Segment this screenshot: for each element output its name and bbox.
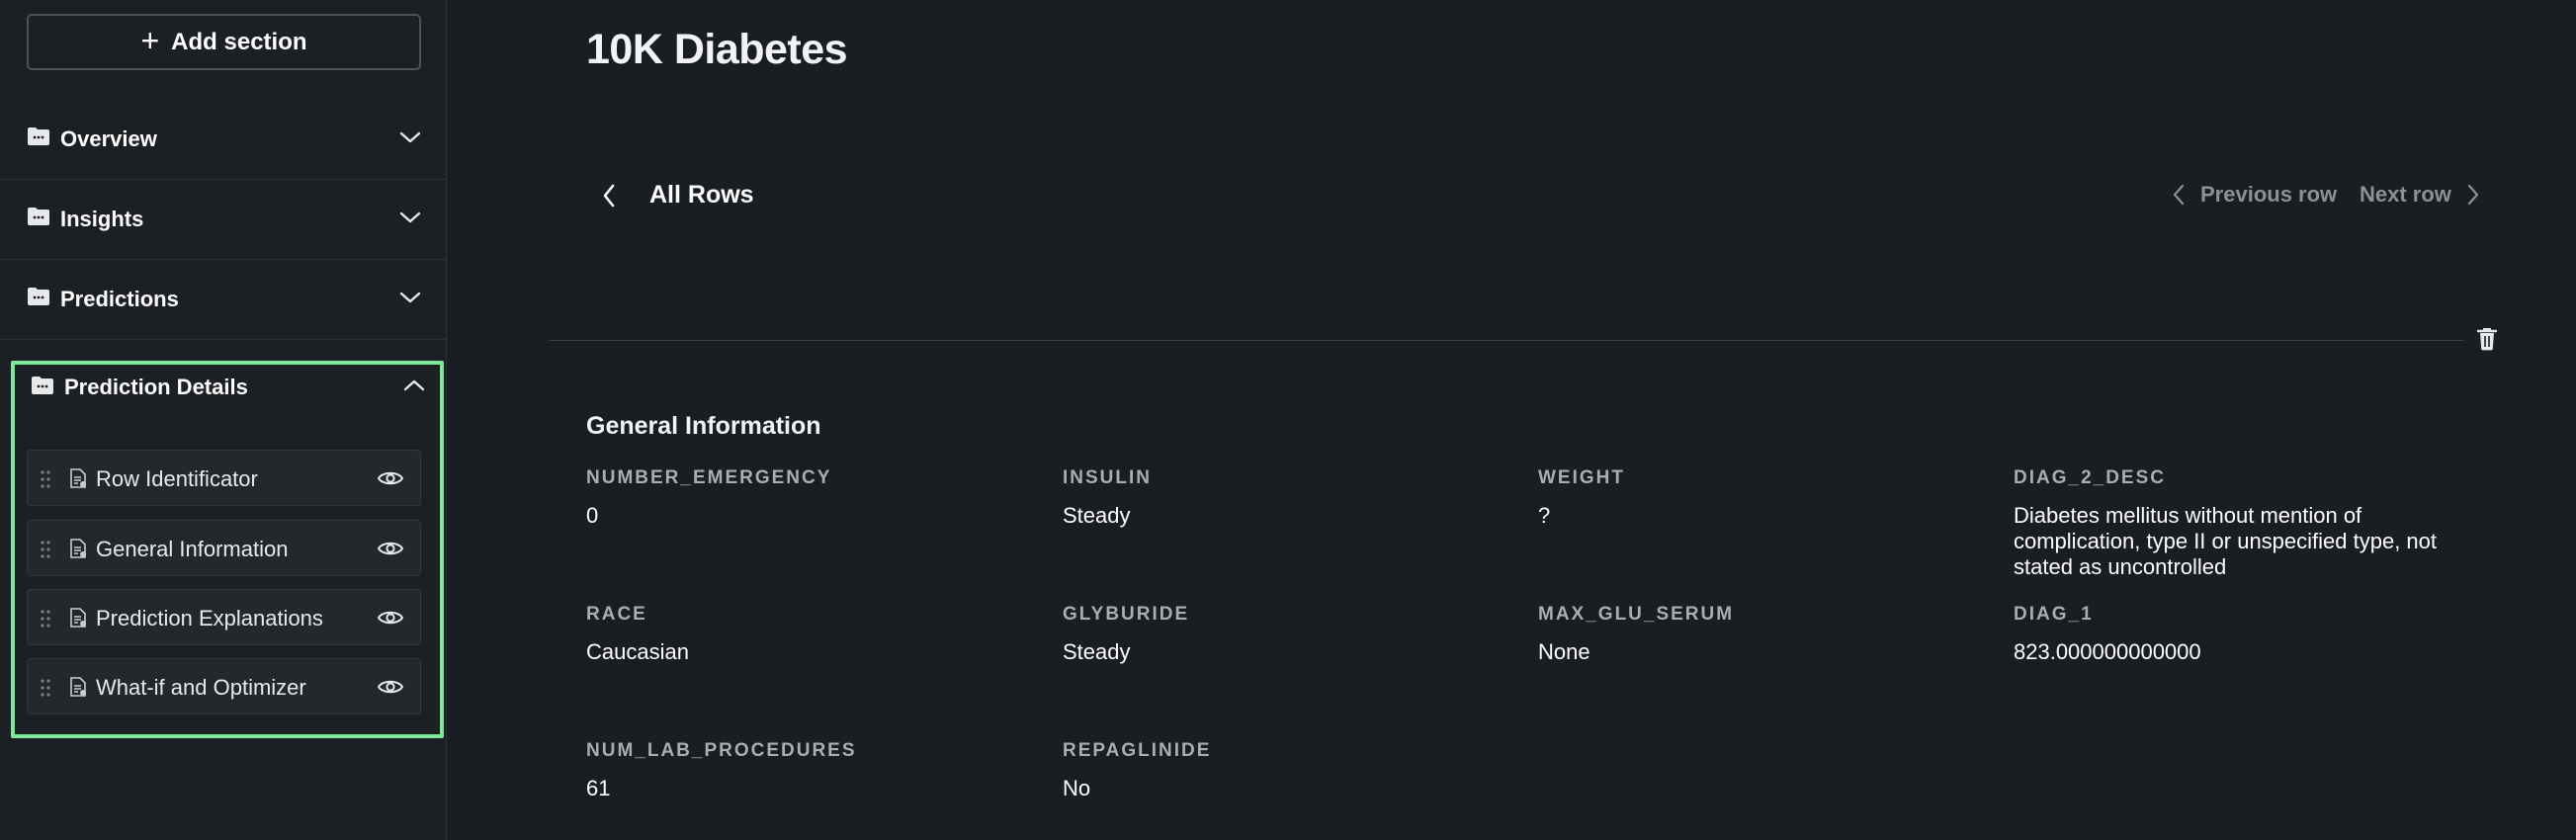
- section-label: Predictions: [60, 287, 179, 311]
- field-name: GLYBURIDE: [1063, 604, 1190, 625]
- field-max-glu-serum: MAX_GLU_SERUM None: [1538, 604, 1734, 665]
- subsection-item[interactable]: General Information: [27, 520, 421, 576]
- prediction-details-header[interactable]: Prediction Details: [15, 365, 440, 424]
- subsection-label: General Information: [96, 537, 289, 561]
- section-label: Overview: [60, 126, 157, 151]
- field-repaglinide: REPAGLINIDE No: [1063, 740, 1211, 801]
- field-name: DIAG_1: [2014, 604, 2094, 625]
- field-name: WEIGHT: [1538, 467, 1625, 488]
- document-icon: [70, 677, 86, 697]
- page-title: 10K Diabetes: [586, 26, 848, 73]
- field-number-emergency: NUMBER_EMERGENCY 0: [586, 467, 831, 529]
- eye-icon[interactable]: [377, 468, 404, 488]
- field-name: DIAG_2_DESC: [2014, 467, 2166, 488]
- drag-handle-icon[interactable]: [40, 609, 51, 629]
- chevron-up-icon[interactable]: [402, 378, 426, 393]
- field-name: MAX_GLU_SERUM: [1538, 604, 1735, 625]
- subsection-item[interactable]: Prediction Explanations: [27, 589, 421, 645]
- subsection-item[interactable]: Row Identificator: [27, 450, 421, 506]
- add-section-label: Add section: [171, 28, 307, 55]
- folder-icon: [32, 377, 53, 394]
- drag-handle-icon[interactable]: [40, 678, 51, 698]
- main-content: 10K Diabetes All Rows Previous row Next …: [448, 0, 2576, 840]
- field-value: ?: [1538, 503, 1551, 528]
- drag-handle-icon[interactable]: [40, 469, 51, 489]
- folder-icon: [28, 288, 49, 305]
- eye-icon[interactable]: [377, 608, 404, 628]
- document-icon: [70, 608, 86, 628]
- drag-handle-icon[interactable]: [40, 540, 51, 559]
- field-value: None: [1538, 639, 1590, 664]
- field-weight: WEIGHT ?: [1538, 467, 1625, 529]
- divider: [549, 340, 2464, 341]
- field-name: NUM_LAB_PROCEDURES: [586, 740, 857, 761]
- previous-row-button[interactable]: Previous row: [2173, 182, 2337, 208]
- field-value: Diabetes mellitus without mention of com…: [2014, 503, 2438, 579]
- folder-icon: [28, 208, 49, 225]
- plus-icon: +: [140, 23, 160, 58]
- field-name: INSULIN: [1063, 467, 1152, 488]
- field-value: Steady: [1063, 503, 1131, 528]
- section-label: Prediction Details: [64, 375, 248, 399]
- subsection-item[interactable]: What-if and Optimizer: [27, 658, 421, 714]
- chevron-left-icon: [2173, 184, 2185, 206]
- folder-icon: [28, 127, 49, 145]
- subsection-label: Row Identificator: [96, 466, 258, 491]
- field-value: 0: [586, 503, 599, 528]
- field-value: Steady: [1063, 639, 1131, 664]
- field-name: NUMBER_EMERGENCY: [586, 467, 832, 488]
- chevron-right-icon: [2467, 184, 2479, 206]
- document-icon: [70, 539, 86, 558]
- field-name: RACE: [586, 604, 647, 625]
- field-num-lab-procedures: NUM_LAB_PROCEDURES 61: [586, 740, 857, 801]
- previous-row-label: Previous row: [2200, 182, 2338, 207]
- field-glyburide: GLYBURIDE Steady: [1063, 604, 1189, 665]
- section-prediction-details: Prediction Details Row Identificator Gen…: [11, 361, 444, 738]
- field-value: No: [1063, 776, 1091, 800]
- chevron-down-icon[interactable]: [398, 290, 422, 305]
- field-value: Caucasian: [586, 639, 689, 664]
- subsection-label: What-if and Optimizer: [96, 675, 306, 700]
- back-chevron-icon[interactable]: [601, 183, 617, 209]
- subsection-label: Prediction Explanations: [96, 606, 323, 630]
- add-section-button[interactable]: + Add section: [27, 14, 421, 70]
- eye-icon[interactable]: [377, 677, 404, 697]
- section-predictions[interactable]: Predictions: [0, 260, 447, 340]
- document-icon: [70, 468, 86, 488]
- chevron-down-icon[interactable]: [398, 210, 422, 225]
- all-rows-link[interactable]: All Rows: [649, 181, 754, 210]
- chevron-down-icon[interactable]: [398, 129, 422, 145]
- eye-icon[interactable]: [377, 539, 404, 558]
- field-value: 61: [586, 776, 611, 800]
- section-label: Insights: [60, 207, 144, 231]
- next-row-button[interactable]: Next row: [2360, 182, 2479, 208]
- field-race: RACE Caucasian: [586, 604, 689, 665]
- section-overview[interactable]: Overview: [0, 100, 447, 180]
- field-insulin: INSULIN Steady: [1063, 467, 1152, 529]
- section-title: General Information: [586, 412, 821, 440]
- field-diag-1: DIAG_1 823.000000000000: [2014, 604, 2201, 665]
- section-insights[interactable]: Insights: [0, 180, 447, 260]
- field-name: REPAGLINIDE: [1063, 740, 1212, 761]
- trash-icon[interactable]: [2476, 326, 2498, 352]
- field-value: 823.000000000000: [2014, 639, 2201, 664]
- sidebar: + Add section Overview Insights Predicti…: [0, 0, 447, 840]
- field-diag-2-desc: DIAG_2_DESC Diabetes mellitus without me…: [2014, 467, 2468, 580]
- next-row-label: Next row: [2360, 182, 2451, 207]
